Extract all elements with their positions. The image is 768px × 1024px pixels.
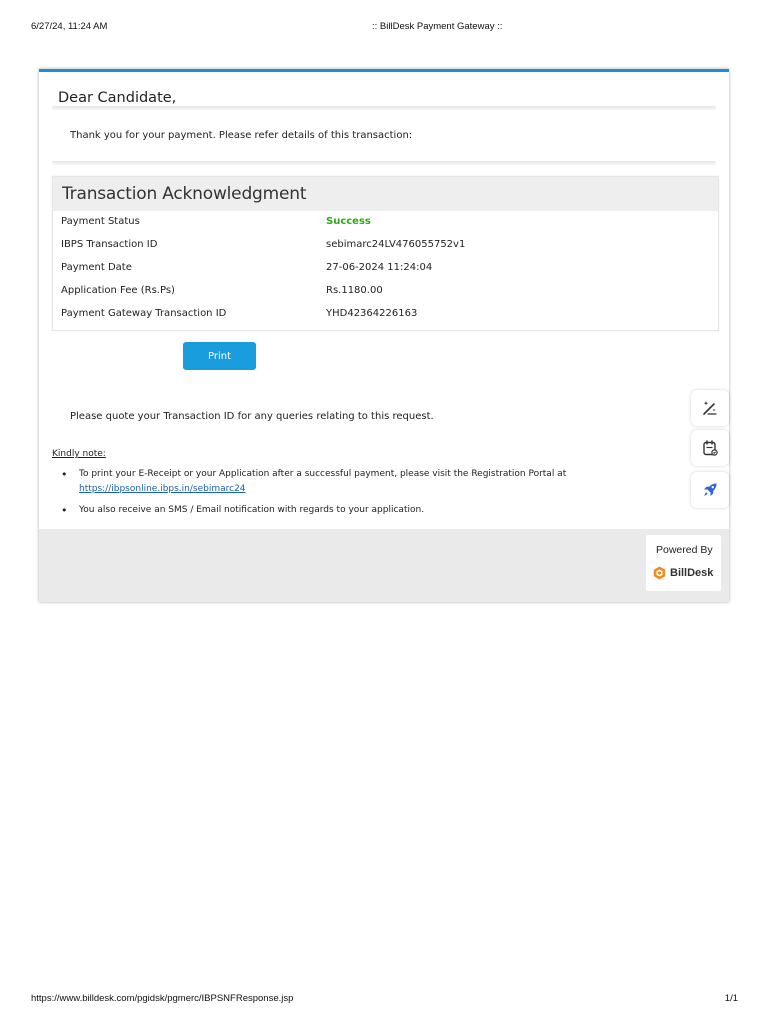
list-item: You also receive an SMS / Email notifica… [58,503,658,518]
registration-portal-link[interactable]: https://ibpsonline.ibps.in/sebimarc24 [79,484,246,494]
print-footer-url: https://www.billdesk.com/pgidsk/pgmerc/I… [31,993,294,1004]
rocket-icon [704,483,717,496]
magic-wand-button[interactable] [691,390,729,426]
note-text: To print your E-Receipt or your Applicat… [79,469,567,479]
print-button[interactable]: Print [183,342,256,370]
card-footer: Powered By BillDesk [39,529,729,602]
payment-response-card: Dear Candidate, Thank you for your payme… [39,69,729,602]
table-row-ibps-transaction-id: IBPS Transaction ID sebimarc24LV47605575… [53,234,718,257]
thanks-text: Thank you for your payment. Please refer… [70,130,413,141]
powered-by-label: Powered By [656,544,713,556]
notes-button[interactable] [691,430,729,466]
table-row-application-fee: Application Fee (Rs.Ps) Rs.1180.00 [53,280,718,303]
print-footer-page-number: 1/1 [724,993,738,1004]
row-label: Payment Status [61,216,140,227]
powered-by-badge: Powered By BillDesk [646,535,721,591]
notes-icon [703,440,718,456]
billdesk-brand-name: BillDesk [670,567,714,579]
billdesk-logo: BillDesk [653,566,713,580]
payment-status-value: Success [326,216,371,227]
kindly-note-label: Kindly note: [52,449,106,459]
acknowledgment-header: Transaction Acknowledgment [53,177,718,211]
gateway-transaction-id-value: YHD42364226163 [326,308,418,319]
table-row-gateway-transaction-id: Payment Gateway Transaction ID YHD423642… [53,303,718,326]
quote-transaction-id-text: Please quote your Transaction ID for any… [70,411,434,422]
list-item: To print your E-Receipt or your Applicat… [58,467,658,497]
row-label: IBPS Transaction ID [61,239,158,250]
divider [52,161,716,165]
row-label: Payment Date [61,262,132,273]
ibps-transaction-id-value: sebimarc24LV476055752v1 [326,239,466,250]
magic-wand-icon [703,401,717,415]
greeting: Dear Candidate, [58,90,177,106]
print-header-datetime: 6/27/24, 11:24 AM [31,21,108,32]
print-header-title: :: BillDesk Payment Gateway :: [372,21,503,32]
table-row-payment-date: Payment Date 27-06-2024 11:24:04 [53,257,718,280]
table-row-payment-status: Payment Status Success [53,211,718,234]
row-label: Payment Gateway Transaction ID [61,308,227,319]
note-text: You also receive an SMS / Email notifica… [79,505,425,515]
transaction-acknowledgment-table: Transaction Acknowledgment Payment Statu… [52,176,719,331]
rocket-button[interactable] [691,472,729,508]
billdesk-logo-icon [653,566,666,580]
acknowledgment-title: Transaction Acknowledgment [62,184,307,204]
divider [52,106,716,110]
application-fee-value: Rs.1180.00 [326,285,383,296]
row-label: Application Fee (Rs.Ps) [61,285,175,296]
payment-date-value: 27-06-2024 11:24:04 [326,262,433,273]
notes-list: To print your E-Receipt or your Applicat… [58,467,658,518]
